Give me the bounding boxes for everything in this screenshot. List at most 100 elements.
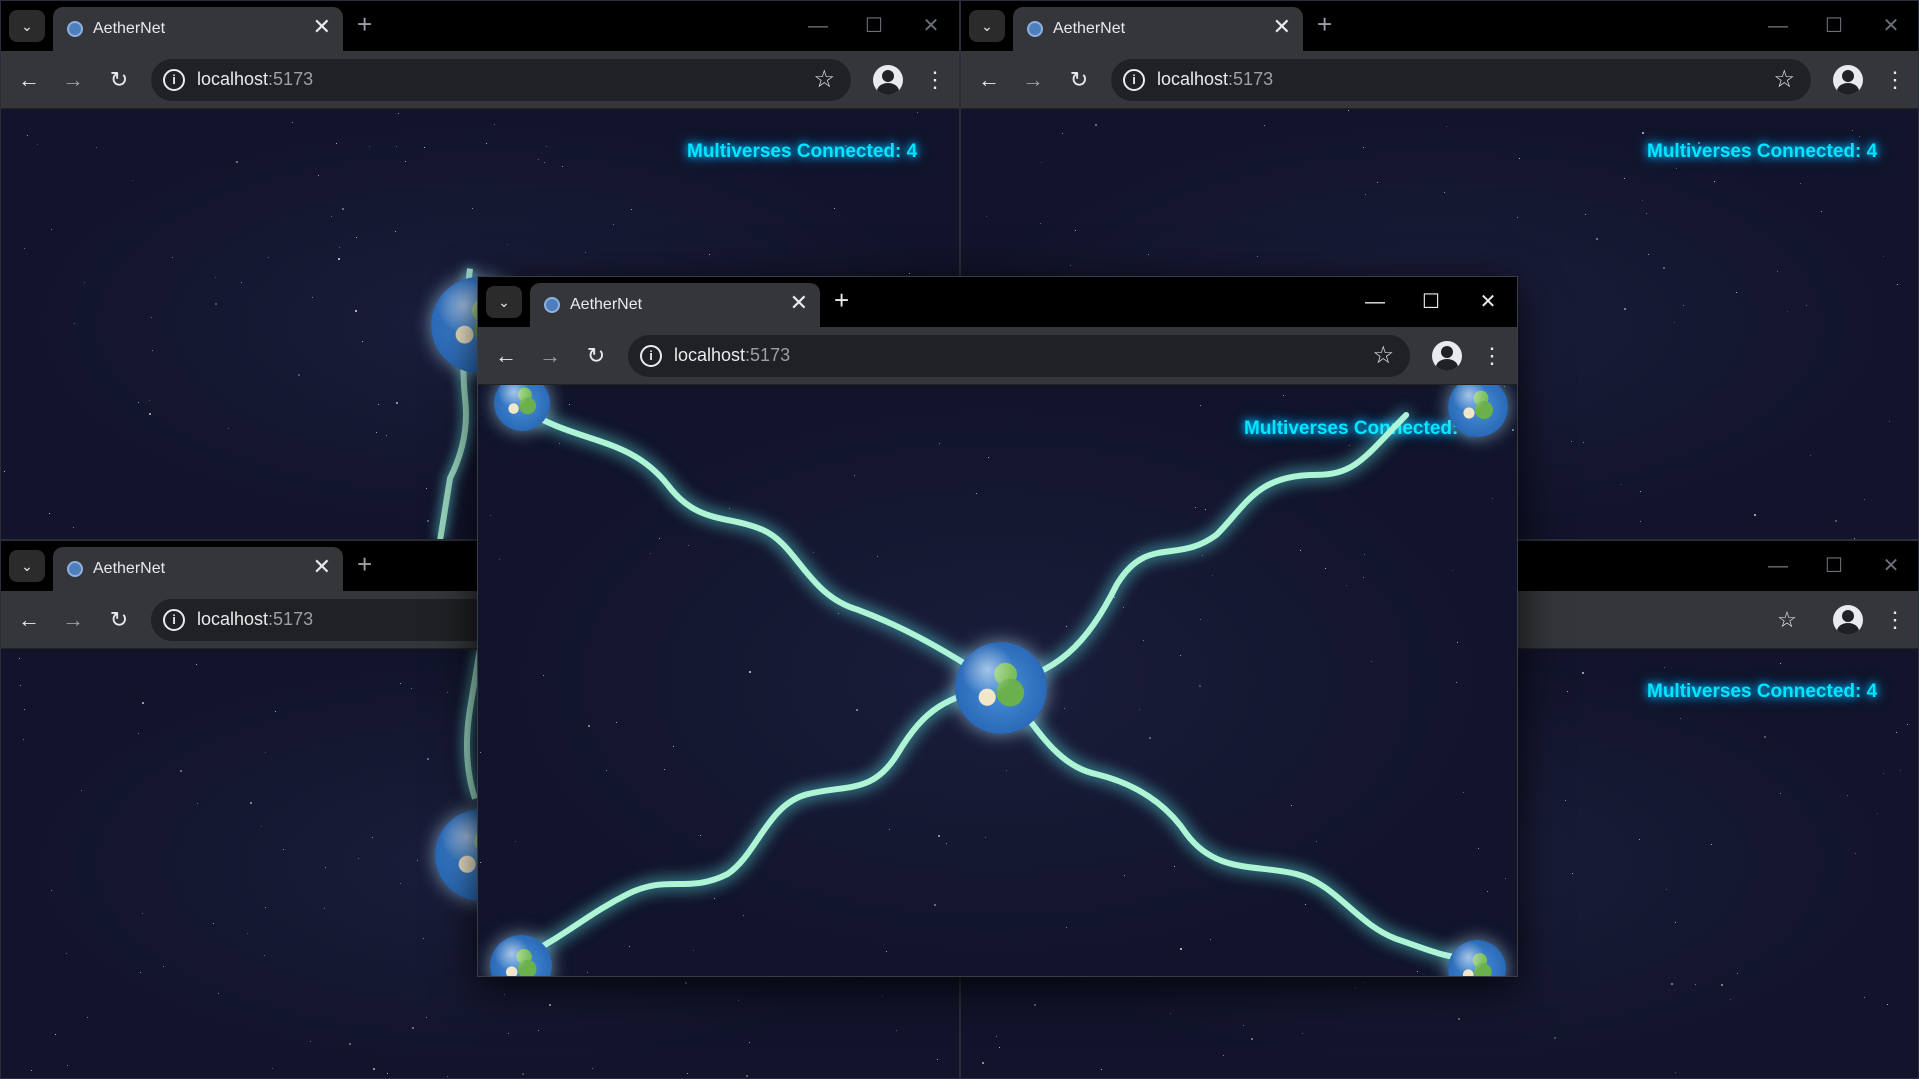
star-dot (1810, 455, 1812, 457)
maximize-button[interactable]: ☐ (1819, 551, 1849, 581)
new-tab-button[interactable]: + (834, 285, 849, 315)
tab-aethernet[interactable]: AetherNet ✕ (1013, 7, 1303, 51)
toolbar: ← → ↻ i localhost:5173 ☆ ⋮ (961, 51, 1918, 109)
tab-aethernet[interactable]: AetherNet ✕ (53, 7, 343, 51)
profile-avatar-icon[interactable] (873, 65, 903, 95)
star-dot (1675, 168, 1677, 170)
star-icon[interactable]: ☆ (813, 65, 835, 95)
close-button[interactable]: ✕ (1876, 11, 1906, 41)
star-dot (1257, 256, 1259, 258)
forward-arrow-icon[interactable]: → (59, 66, 87, 94)
star-dot (1041, 161, 1043, 163)
maximize-button[interactable]: ☐ (1416, 287, 1446, 317)
chevron-down-icon: ⌄ (981, 17, 993, 34)
menu-dots-icon[interactable]: ⋮ (1478, 342, 1506, 370)
star-dot (1675, 1071, 1677, 1073)
browser-window-front: ⌄ AetherNet ✕ + — ☐ ✕ ← → ↻ i localhost:… (477, 276, 1518, 977)
minimize-button[interactable]: — (1763, 551, 1793, 581)
back-arrow-icon[interactable]: ← (15, 66, 43, 94)
star-dot (1641, 131, 1644, 134)
profile-avatar-icon[interactable] (1432, 341, 1462, 371)
tab-search-button[interactable]: ⌄ (969, 10, 1005, 42)
star-dot (1679, 718, 1681, 720)
tab-aethernet[interactable]: AetherNet ✕ (53, 547, 343, 591)
star-dot (1863, 996, 1865, 998)
star-dot (1444, 192, 1446, 194)
toolbar: ← → ↻ i localhost:5173 ☆ ⋮ (478, 327, 1517, 385)
star-dot (1895, 731, 1897, 733)
star-dot (1517, 217, 1519, 219)
profile-avatar-icon[interactable] (1833, 65, 1863, 95)
forward-arrow-icon[interactable]: → (1019, 66, 1047, 94)
minimize-button[interactable]: — (803, 11, 833, 41)
profile-avatar-icon[interactable] (1833, 605, 1863, 635)
reload-icon[interactable]: ↻ (105, 66, 133, 94)
back-arrow-icon[interactable]: ← (975, 66, 1003, 94)
star-dot (1887, 1003, 1889, 1005)
info-icon[interactable]: i (1123, 69, 1145, 91)
minimize-button[interactable]: — (1763, 11, 1793, 41)
star-dot (996, 1035, 998, 1037)
star-dot (1786, 311, 1788, 313)
star-dot (1852, 130, 1854, 132)
tab-close-icon[interactable]: ✕ (313, 555, 331, 579)
maximize-button[interactable]: ☐ (859, 11, 889, 41)
forward-arrow-icon[interactable]: → (536, 342, 564, 370)
star-dot (1675, 921, 1677, 923)
close-button[interactable]: ✕ (916, 11, 946, 41)
reload-icon[interactable]: ↻ (105, 606, 133, 634)
favicon-icon (67, 21, 83, 37)
star-dot (1647, 254, 1649, 256)
reload-icon[interactable]: ↻ (1065, 66, 1093, 94)
info-icon[interactable]: i (640, 345, 662, 367)
menu-dots-icon[interactable]: ⋮ (1881, 606, 1909, 634)
info-icon[interactable]: i (163, 609, 185, 631)
forward-arrow-icon[interactable]: → (59, 606, 87, 634)
tab-search-button[interactable]: ⌄ (486, 286, 522, 318)
star-dot (1553, 1036, 1556, 1039)
tab-strip: ⌄ AetherNet ✕ + — ☐ ✕ (1, 1, 959, 51)
new-tab-button[interactable]: + (357, 9, 372, 39)
address-bar[interactable]: i localhost:5173 ☆ (1111, 59, 1811, 101)
menu-dots-icon[interactable]: ⋮ (1881, 66, 1909, 94)
close-button[interactable]: ✕ (1473, 287, 1503, 317)
tab-search-button[interactable]: ⌄ (9, 550, 45, 582)
tab-close-icon[interactable]: ✕ (313, 15, 331, 39)
new-tab-button[interactable]: + (357, 549, 372, 579)
star-dot (1896, 283, 1898, 285)
minimize-button[interactable]: — (1360, 287, 1390, 317)
star-icon[interactable]: ☆ (1773, 65, 1795, 95)
reload-icon[interactable]: ↻ (582, 342, 610, 370)
tab-search-button[interactable]: ⌄ (9, 10, 45, 42)
star-dot (1570, 440, 1572, 442)
tab-close-icon[interactable]: ✕ (1273, 15, 1291, 39)
star-dot (1572, 873, 1574, 875)
info-icon[interactable]: i (163, 69, 185, 91)
new-tab-button[interactable]: + (1317, 9, 1332, 39)
star-dot (1779, 792, 1781, 794)
close-button[interactable]: ✕ (1876, 551, 1906, 581)
universe-globe-center (955, 642, 1047, 734)
star-icon[interactable]: ☆ (1372, 341, 1394, 371)
star-dot (1877, 813, 1879, 815)
star-dot (1730, 998, 1732, 1000)
menu-dots-icon[interactable]: ⋮ (921, 66, 949, 94)
back-arrow-icon[interactable]: ← (492, 342, 520, 370)
star-dot (1883, 256, 1885, 258)
star-dot (1250, 1037, 1253, 1040)
tab-close-icon[interactable]: ✕ (790, 291, 808, 315)
maximize-button[interactable]: ☐ (1819, 11, 1849, 41)
star-dot (1034, 1003, 1037, 1006)
back-arrow-icon[interactable]: ← (15, 606, 43, 634)
url-text: localhost:5173 (197, 609, 314, 629)
star-dot (1101, 1069, 1103, 1071)
star-icon[interactable]: ☆ (1773, 606, 1801, 634)
address-bar[interactable]: i localhost:5173 ☆ (628, 335, 1410, 377)
star-dot (1780, 663, 1782, 665)
star-dot (1889, 420, 1890, 422)
tab-aethernet[interactable]: AetherNet ✕ (530, 283, 820, 327)
star-dot (1900, 770, 1902, 772)
address-bar[interactable]: i localhost:5173 ☆ (151, 59, 851, 101)
star-dot (1714, 180, 1716, 182)
star-dot (1736, 291, 1738, 293)
